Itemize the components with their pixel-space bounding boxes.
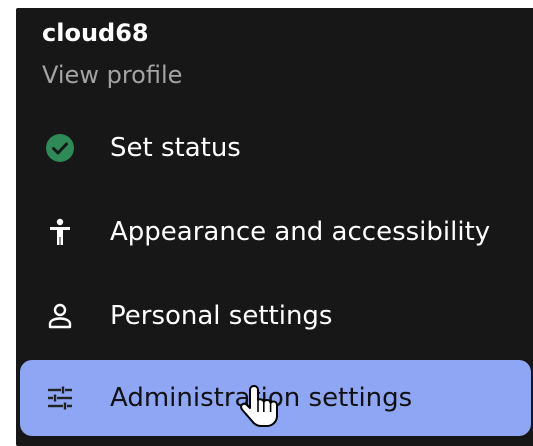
username: cloud68 [42,19,149,47]
menu-item-personal-settings[interactable]: Personal settings [20,278,531,354]
menu-item-administration-settings[interactable]: Administration settings [20,360,531,436]
view-profile-link[interactable]: View profile [42,60,182,90]
menu-item-label: Personal settings [110,301,333,331]
person-icon [44,300,76,332]
accessibility-icon [44,216,76,248]
menu-item-set-status[interactable]: Set status [20,110,531,186]
check-circle-icon [44,132,76,164]
user-menu: cloud68 View profile Set status Appearan… [16,8,533,446]
menu-item-label: Administration settings [110,383,413,413]
tune-icon [44,382,76,414]
menu-item-appearance-accessibility[interactable]: Appearance and accessibility [20,194,531,270]
menu-item-label: Set status [110,133,241,163]
menu-item-label: Appearance and accessibility [110,217,491,247]
